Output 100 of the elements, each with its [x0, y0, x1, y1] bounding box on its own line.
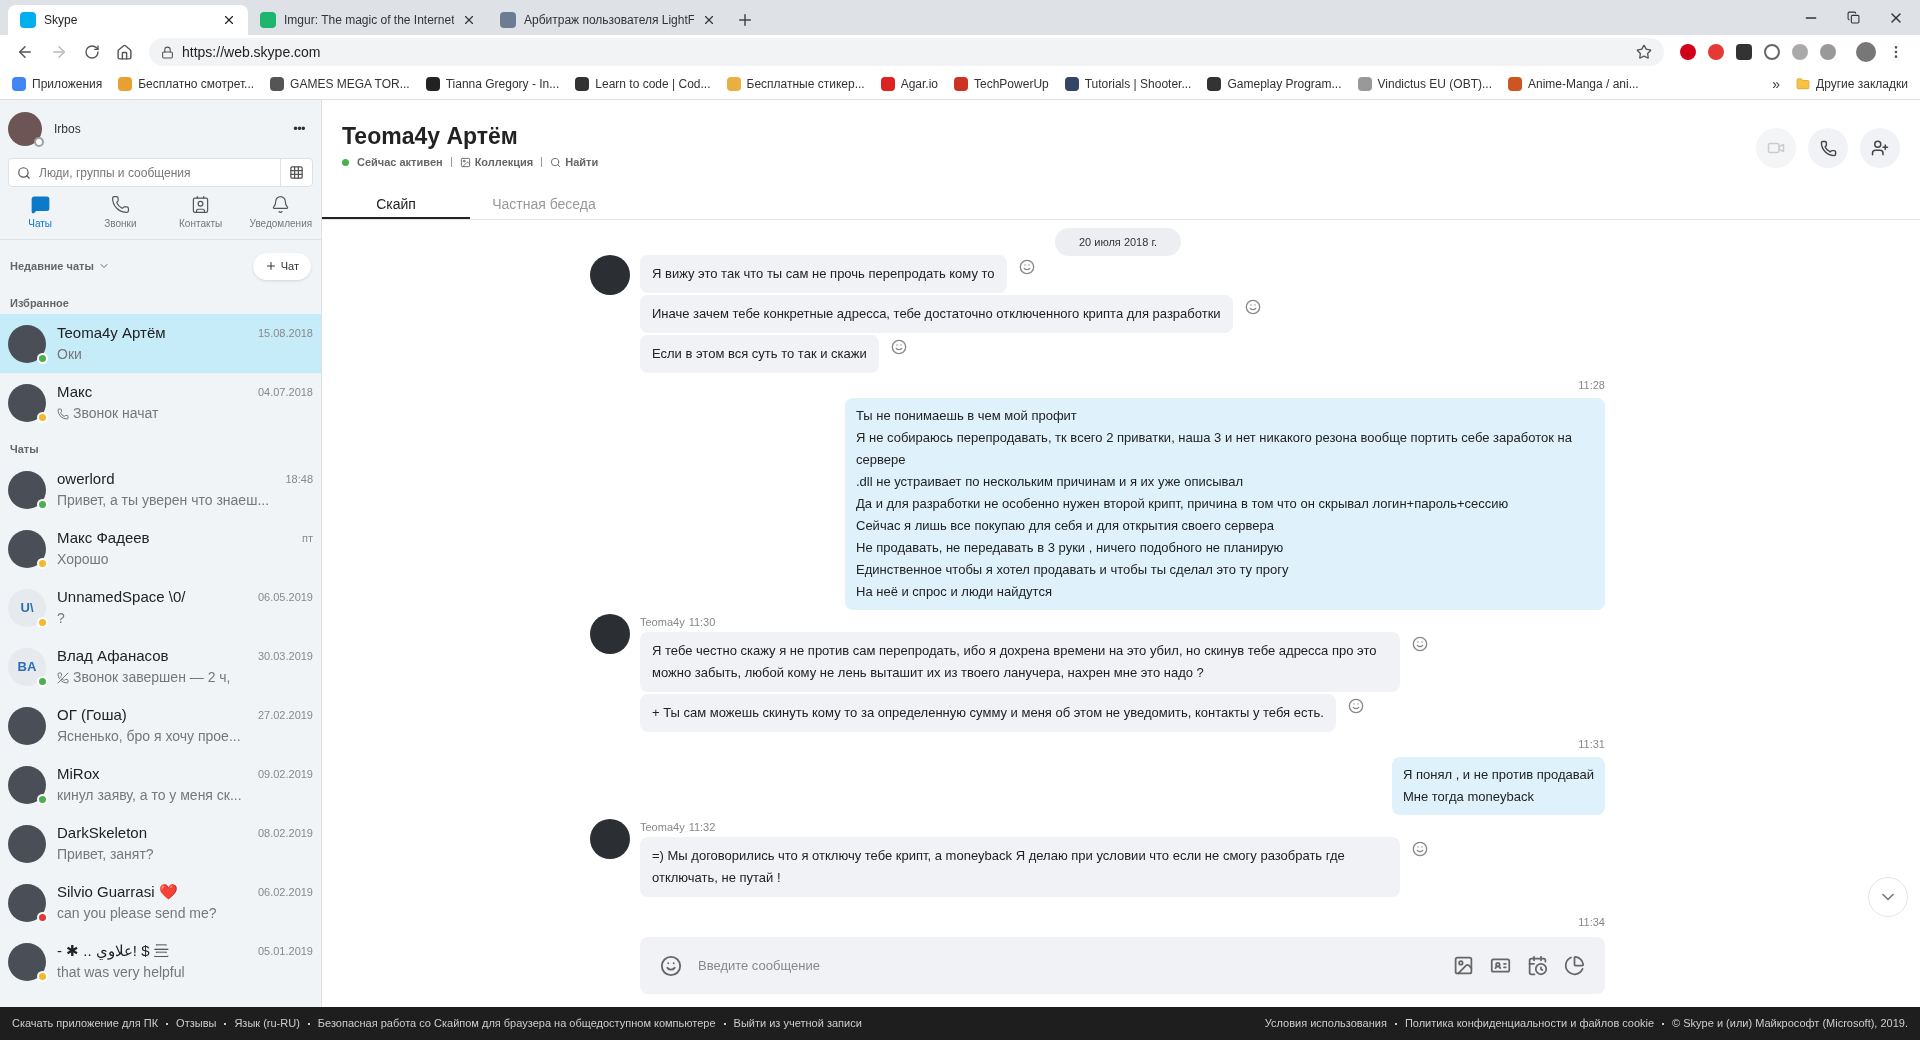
recent-chats-dropdown[interactable]: Недавние чаты: [10, 257, 253, 275]
emoji-reaction-icon[interactable]: [1018, 259, 1035, 275]
message-line: Я не собираюсь перепродавать, тк всего 2 приватки, наша 3 и нет никакого резона вообще портить себе заработок на сервере: [856, 428, 1573, 469]
chat-preview: Ясненько, бро я хочу прое...: [57, 727, 241, 747]
chat-preview: that was very helpful: [57, 963, 185, 983]
add-people-button[interactable]: [1860, 128, 1900, 168]
chat-preview: Звонок начат: [73, 404, 159, 424]
message-input[interactable]: Введите сообщение: [640, 937, 1605, 994]
dialpad-icon[interactable]: [289, 165, 304, 180]
chat-list-item[interactable]: U\ UnnamedSpace \0/ 06.05.2019 ?: [0, 578, 321, 637]
browser-tab[interactable]: Imgur: The magic of the Internet: [248, 5, 488, 35]
extension-icon[interactable]: [1680, 44, 1696, 60]
bookmark[interactable]: Приложения: [12, 75, 103, 93]
footer-link[interactable]: Условия использования: [1264, 1015, 1387, 1032]
chat-list-item[interactable]: owerlord 18:48 Привет, а ты уверен что знаеш...: [0, 460, 321, 519]
phone-icon: [110, 195, 130, 214]
chat-time: 08.02.2019: [257, 825, 313, 841]
chat-list-item[interactable]: ОГ (Гоша) 27.02.2019 Ясненько, бро я хочу прое...: [0, 696, 321, 755]
bookmark[interactable]: Gameplay Program...: [1207, 75, 1342, 93]
chat-list-item[interactable]: Teoma4y Артём 15.08.2018 Оки: [0, 314, 321, 373]
browser-tab[interactable]: Арбитраж пользователя LightF: [488, 5, 728, 35]
browser-tab[interactable]: Skype: [8, 5, 248, 35]
message-bubble: Иначе зачем тебе конкретные адресса, тебе достаточно отключенного крипта для разработки: [640, 295, 1233, 333]
emoji-reaction-icon[interactable]: [1244, 299, 1261, 315]
address-bar[interactable]: https://web.skype.com: [149, 38, 1664, 66]
footer-link[interactable]: Выйти из учетной записи: [733, 1015, 862, 1032]
emoji-reaction-icon[interactable]: [1412, 841, 1428, 857]
reload-icon[interactable]: [84, 44, 100, 60]
chat-tab[interactable]: Скайп: [322, 194, 470, 219]
chat-list-item[interactable]: BA Влад Афанасов 30.03.2019 Звонок завершен — 2 ч,: [0, 637, 321, 696]
bookmark[interactable]: Vindictus EU (OBT)...: [1357, 75, 1492, 93]
find-link[interactable]: Найти: [550, 154, 599, 171]
search-icon: [17, 165, 31, 180]
more-bookmarks[interactable]: »: [1772, 73, 1781, 95]
emoji-reaction-icon[interactable]: [1412, 636, 1428, 652]
phone-hangup-icon: [57, 671, 69, 684]
close-icon[interactable]: [462, 13, 476, 27]
emoji-reaction-icon[interactable]: [890, 339, 907, 355]
chat-time: 04.07.2018: [257, 384, 313, 400]
avatar: [8, 383, 46, 422]
bookmark[interactable]: Бесплатные стикер...: [726, 75, 865, 93]
new-tab-icon[interactable]: [736, 11, 754, 29]
bookmark[interactable]: Agar.io: [880, 75, 938, 93]
chat-preview: Оки: [57, 345, 82, 365]
bookmark-folder[interactable]: Другие закладки: [1796, 75, 1908, 93]
gallery-link[interactable]: Коллекция: [459, 154, 534, 171]
footer-link[interactable]: Безопасная работа со Скайпом для браузера на общедоступном компьютере: [317, 1015, 716, 1032]
contact-name: ОГ (Гоша): [57, 704, 127, 725]
footer-link[interactable]: Язык (ru-RU): [234, 1015, 300, 1032]
new-chat-button[interactable]: Чат: [252, 252, 311, 280]
nav-tab[interactable]: Звонки: [80, 195, 161, 231]
message-input-field[interactable]: Введите сообщение: [698, 955, 1437, 976]
extension-icon[interactable]: [1736, 44, 1752, 60]
calendar-icon[interactable]: [1527, 955, 1548, 976]
bookmark[interactable]: GAMES MEGA TOR...: [270, 75, 410, 93]
home-icon[interactable]: [116, 43, 133, 61]
avatar: [8, 470, 46, 509]
poll-icon[interactable]: [1564, 955, 1585, 976]
avatar[interactable]: [8, 112, 42, 146]
chat-list-item[interactable]: Макс 04.07.2018 Звонок начат: [0, 373, 321, 432]
bookmark[interactable]: TechPowerUp: [954, 75, 1049, 93]
footer-link[interactable]: Политика конфиденциальности и файлов cookie: [1404, 1015, 1655, 1032]
chat-preview: ?: [57, 609, 65, 629]
bookmark[interactable]: Бесплатно смотрет...: [118, 75, 255, 93]
chat-list-item[interactable]: DarkSkeleton 08.02.2019 Привет, занят?: [0, 814, 321, 873]
nav-tab[interactable]: Контакты: [160, 195, 241, 231]
bookmark[interactable]: Tianna Gregory - In...: [425, 75, 560, 93]
more-options[interactable]: •••: [293, 119, 313, 139]
footer-link[interactable]: Отзывы: [176, 1015, 217, 1032]
search-input[interactable]: Люди, группы и сообщения: [39, 163, 280, 182]
extension-icon[interactable]: [1708, 44, 1724, 60]
chat-preview: can you please send me?: [57, 904, 217, 924]
close-icon[interactable]: [222, 13, 236, 27]
footer-link[interactable]: Скачать приложение для ПК: [12, 1015, 159, 1032]
extension-icon[interactable]: [1764, 44, 1780, 60]
image-icon[interactable]: [1453, 955, 1474, 976]
nav-tab[interactable]: Уведомления: [240, 195, 321, 231]
chat-list-item[interactable]: Silvio Guarrasi ❤ 06.02.2019 can you please send me?: [0, 873, 321, 932]
restore-icon[interactable]: [1847, 11, 1860, 24]
bookmark[interactable]: Tutorials | Shooter...: [1064, 75, 1192, 93]
back-icon[interactable]: [16, 43, 34, 61]
search-field[interactable]: Люди, группы и сообщения: [8, 158, 313, 187]
nav-tab[interactable]: Чаты: [0, 195, 81, 231]
emoji-reaction-icon[interactable]: [1347, 698, 1364, 714]
chat-list-item[interactable]: Макс Фадеев пт Хорошо: [0, 519, 321, 578]
footer-link[interactable]: © Skype и (или) Майкрософт (Microsoft), 2019.: [1672, 1015, 1908, 1032]
message-time: 11:28: [1578, 378, 1605, 393]
call-button[interactable]: [1808, 128, 1848, 168]
bookmark[interactable]: Learn to code | Cod...: [575, 75, 711, 93]
message-time: 11:30: [688, 614, 716, 630]
star-icon[interactable]: [1636, 44, 1652, 60]
close-icon[interactable]: [702, 13, 716, 27]
chat-list-item[interactable]: MiRox 09.02.2019 кинул заяву, а то у меня ск...: [0, 755, 321, 814]
bookmark[interactable]: Anime-Manga / ani...: [1508, 75, 1639, 93]
avatar: BA: [8, 647, 46, 686]
search-icon: [550, 156, 562, 168]
avatar: U\: [8, 588, 46, 627]
profile-avatar[interactable]: [1856, 42, 1876, 62]
emoji-icon[interactable]: [660, 954, 682, 977]
sender-name: Teoma4y: [640, 819, 685, 835]
